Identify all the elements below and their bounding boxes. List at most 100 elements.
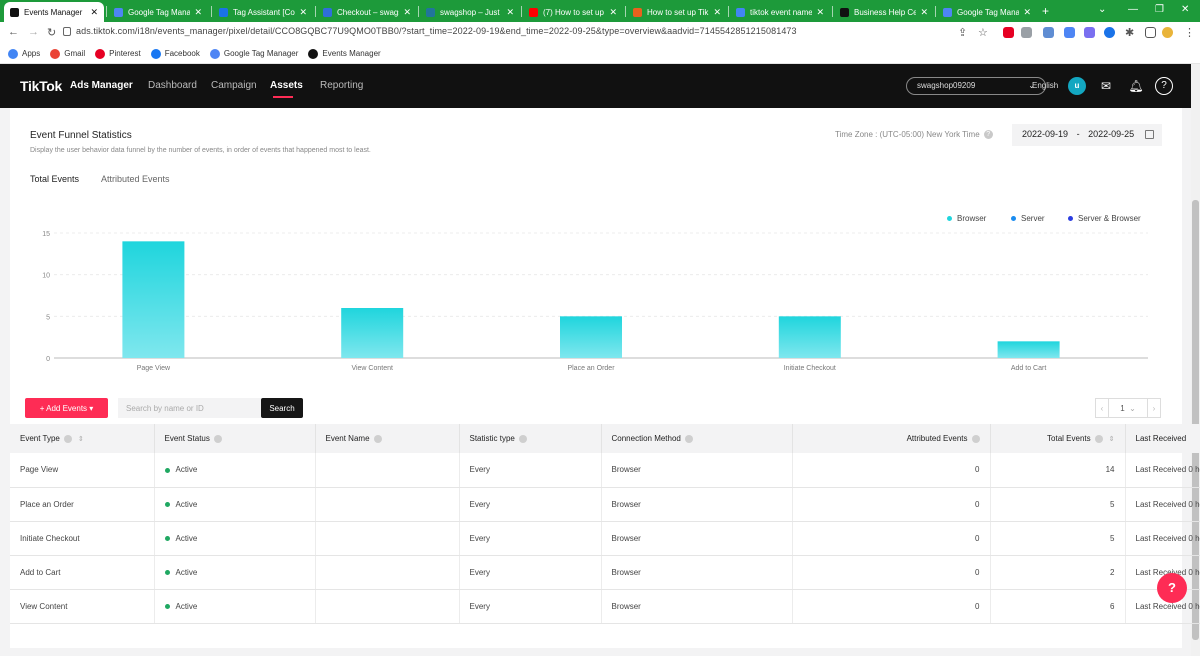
bookmark-item[interactable]: Facebook (150, 48, 200, 59)
forward-icon[interactable]: → (28, 26, 39, 38)
events-table: Event Type ⇕ Event Status Event Name Stat… (10, 424, 1200, 624)
cell-connection-method: Browser (601, 589, 793, 624)
browser-tab[interactable]: (7) How to set up ✕ (523, 2, 623, 22)
info-icon[interactable] (518, 434, 527, 443)
tab-attributed-events[interactable]: Attributed Events (101, 174, 170, 184)
extension-icon[interactable] (1043, 27, 1054, 38)
cell-total-events: 5 (990, 487, 1126, 522)
tab-favicon-icon (840, 7, 849, 17)
extensions-puzzle-icon[interactable]: ✱ (1125, 26, 1134, 39)
table-row[interactable]: Place an Order Active Every Browser 0 5 … (10, 487, 1200, 522)
share-icon[interactable]: ⇪ (958, 26, 967, 39)
browser-tab[interactable]: swagshop – Just a ✕ (420, 2, 520, 22)
date-range-picker[interactable]: 2022-09-19 - 2022-09-25 (1012, 124, 1162, 146)
reload-icon[interactable]: ↻ (47, 26, 56, 39)
tab-close-icon[interactable]: ✕ (816, 7, 824, 18)
table-row[interactable]: Initiate Checkout Active Every Browser 0… (10, 521, 1200, 556)
browser-tab[interactable]: Google Tag Manag ✕ (108, 2, 208, 22)
ads-manager-header: TikTok Ads Manager Dashboard Campaign As… (0, 64, 1191, 108)
sort-icon[interactable]: ⇕ (78, 436, 84, 443)
table-row[interactable]: Add to Cart Active Every Browser 0 2 Las… (10, 555, 1200, 590)
pinterest-extension-icon[interactable] (1003, 27, 1014, 38)
tab-close-icon[interactable]: ✕ (299, 7, 307, 18)
nav-campaign[interactable]: Campaign (211, 80, 257, 91)
browser-tab[interactable]: How to set up Tik ✕ (627, 2, 727, 22)
column-header-event-type[interactable]: Event Type ⇕ (10, 424, 155, 453)
account-selector[interactable]: swagshop09209 ⌄ (906, 77, 1046, 95)
user-avatar[interactable]: u (1068, 77, 1086, 95)
cell-connection-method: Browser (601, 487, 793, 522)
info-icon[interactable] (1094, 434, 1103, 443)
tab-close-icon[interactable]: ✕ (1023, 7, 1031, 18)
info-icon[interactable] (971, 434, 980, 443)
add-events-button[interactable]: + Add Events ▾ (25, 398, 108, 418)
cell-attributed-events: 0 (792, 589, 991, 624)
extension-icon[interactable] (1084, 27, 1095, 38)
browser-menu-icon[interactable]: ⋮ (1184, 26, 1195, 39)
info-icon[interactable] (373, 434, 382, 443)
info-icon[interactable] (684, 434, 693, 443)
tab-title: Events Manager (24, 7, 83, 17)
help-center-button[interactable]: ? (1157, 573, 1187, 603)
table-row[interactable]: Page View Active Every Browser 0 14 Last… (10, 453, 1200, 488)
search-input[interactable] (118, 398, 261, 418)
tiktok-logo[interactable]: TikTok (20, 78, 62, 94)
new-tab-button[interactable]: + (1042, 4, 1049, 18)
url-field[interactable]: ads.tiktok.com/i18n/events_manager/pixel… (76, 26, 797, 36)
language-selector[interactable]: English (1032, 81, 1058, 90)
status-text: Active (175, 567, 198, 577)
sidepanel-icon[interactable] (1145, 27, 1156, 38)
inbox-icon[interactable]: ✉ (1097, 77, 1115, 95)
bookmark-star-icon[interactable]: ☆ (978, 26, 988, 39)
lock-icon[interactable] (63, 27, 71, 36)
tab-search-icon[interactable]: ⌄ (1098, 4, 1106, 15)
info-icon[interactable]: ? (983, 130, 993, 140)
date-end: 2022-09-25 (1088, 129, 1135, 139)
bookmark-label: Google Tag Manager (223, 49, 299, 58)
back-icon[interactable]: ← (8, 26, 19, 38)
prev-page-icon[interactable]: ‹ (1095, 398, 1109, 418)
bookmark-item[interactable]: Events Manager (308, 48, 381, 59)
bookmark-item[interactable]: Pinterest (95, 48, 141, 59)
info-icon[interactable] (63, 434, 72, 443)
tab-close-icon[interactable]: ✕ (403, 7, 411, 18)
bookmark-item[interactable]: Google Tag Manager (209, 48, 299, 59)
search-button[interactable]: Search (261, 398, 303, 418)
nav-dashboard[interactable]: Dashboard (148, 80, 197, 91)
tab-close-icon[interactable]: ✕ (609, 7, 617, 18)
help-icon[interactable]: ? (1155, 77, 1173, 95)
extension-icon[interactable] (1104, 27, 1115, 38)
table-row[interactable]: View Content Active Every Browser 0 6 La… (10, 589, 1200, 624)
minimize-icon[interactable]: — (1128, 4, 1138, 15)
profile-avatar[interactable] (1162, 27, 1173, 38)
nav-reporting[interactable]: Reporting (320, 80, 363, 91)
browser-tab[interactable]: Google Tag Manag ✕ (937, 2, 1037, 22)
bookmark-item[interactable]: Gmail (50, 48, 85, 59)
tag-assistant-extension-icon[interactable] (1064, 27, 1075, 38)
tab-close-icon[interactable]: ✕ (506, 7, 514, 18)
nav-assets[interactable]: Assets (270, 80, 303, 91)
extension-icon[interactable] (1021, 27, 1032, 38)
tab-close-icon[interactable]: ✕ (194, 7, 202, 18)
bookmark-item[interactable]: Apps (8, 48, 40, 59)
browser-tab[interactable]: Events Manager ✕ (4, 2, 104, 22)
browser-tab[interactable]: Business Help Cen ✕ (834, 2, 934, 22)
browser-tab[interactable]: tiktok event name ✕ (730, 2, 830, 22)
column-header-total-events[interactable]: Total Events ⇕ (990, 424, 1126, 453)
close-window-icon[interactable]: ✕ (1181, 4, 1189, 15)
next-page-icon[interactable]: › (1147, 398, 1161, 418)
bell-icon[interactable]: 🔔︎ (1127, 77, 1145, 95)
browser-tab[interactable]: Tag Assistant [Con ✕ (213, 2, 313, 22)
tab-separator (935, 6, 936, 17)
browser-tab[interactable]: Checkout – swagsh ✕ (317, 2, 417, 22)
sort-icon[interactable]: ⇕ (1109, 436, 1115, 443)
column-header-statistic-type: Statistic type (459, 424, 602, 453)
tab-close-icon[interactable]: ✕ (713, 7, 721, 18)
tab-close-icon[interactable]: ✕ (90, 7, 98, 18)
restore-icon[interactable]: ❐ (1155, 4, 1164, 15)
tab-total-events[interactable]: Total Events (30, 174, 79, 184)
cell-event-name (315, 555, 460, 590)
tab-close-icon[interactable]: ✕ (920, 7, 928, 18)
page-select[interactable]: 1 ⌄ (1109, 398, 1147, 418)
info-icon[interactable] (213, 434, 222, 443)
